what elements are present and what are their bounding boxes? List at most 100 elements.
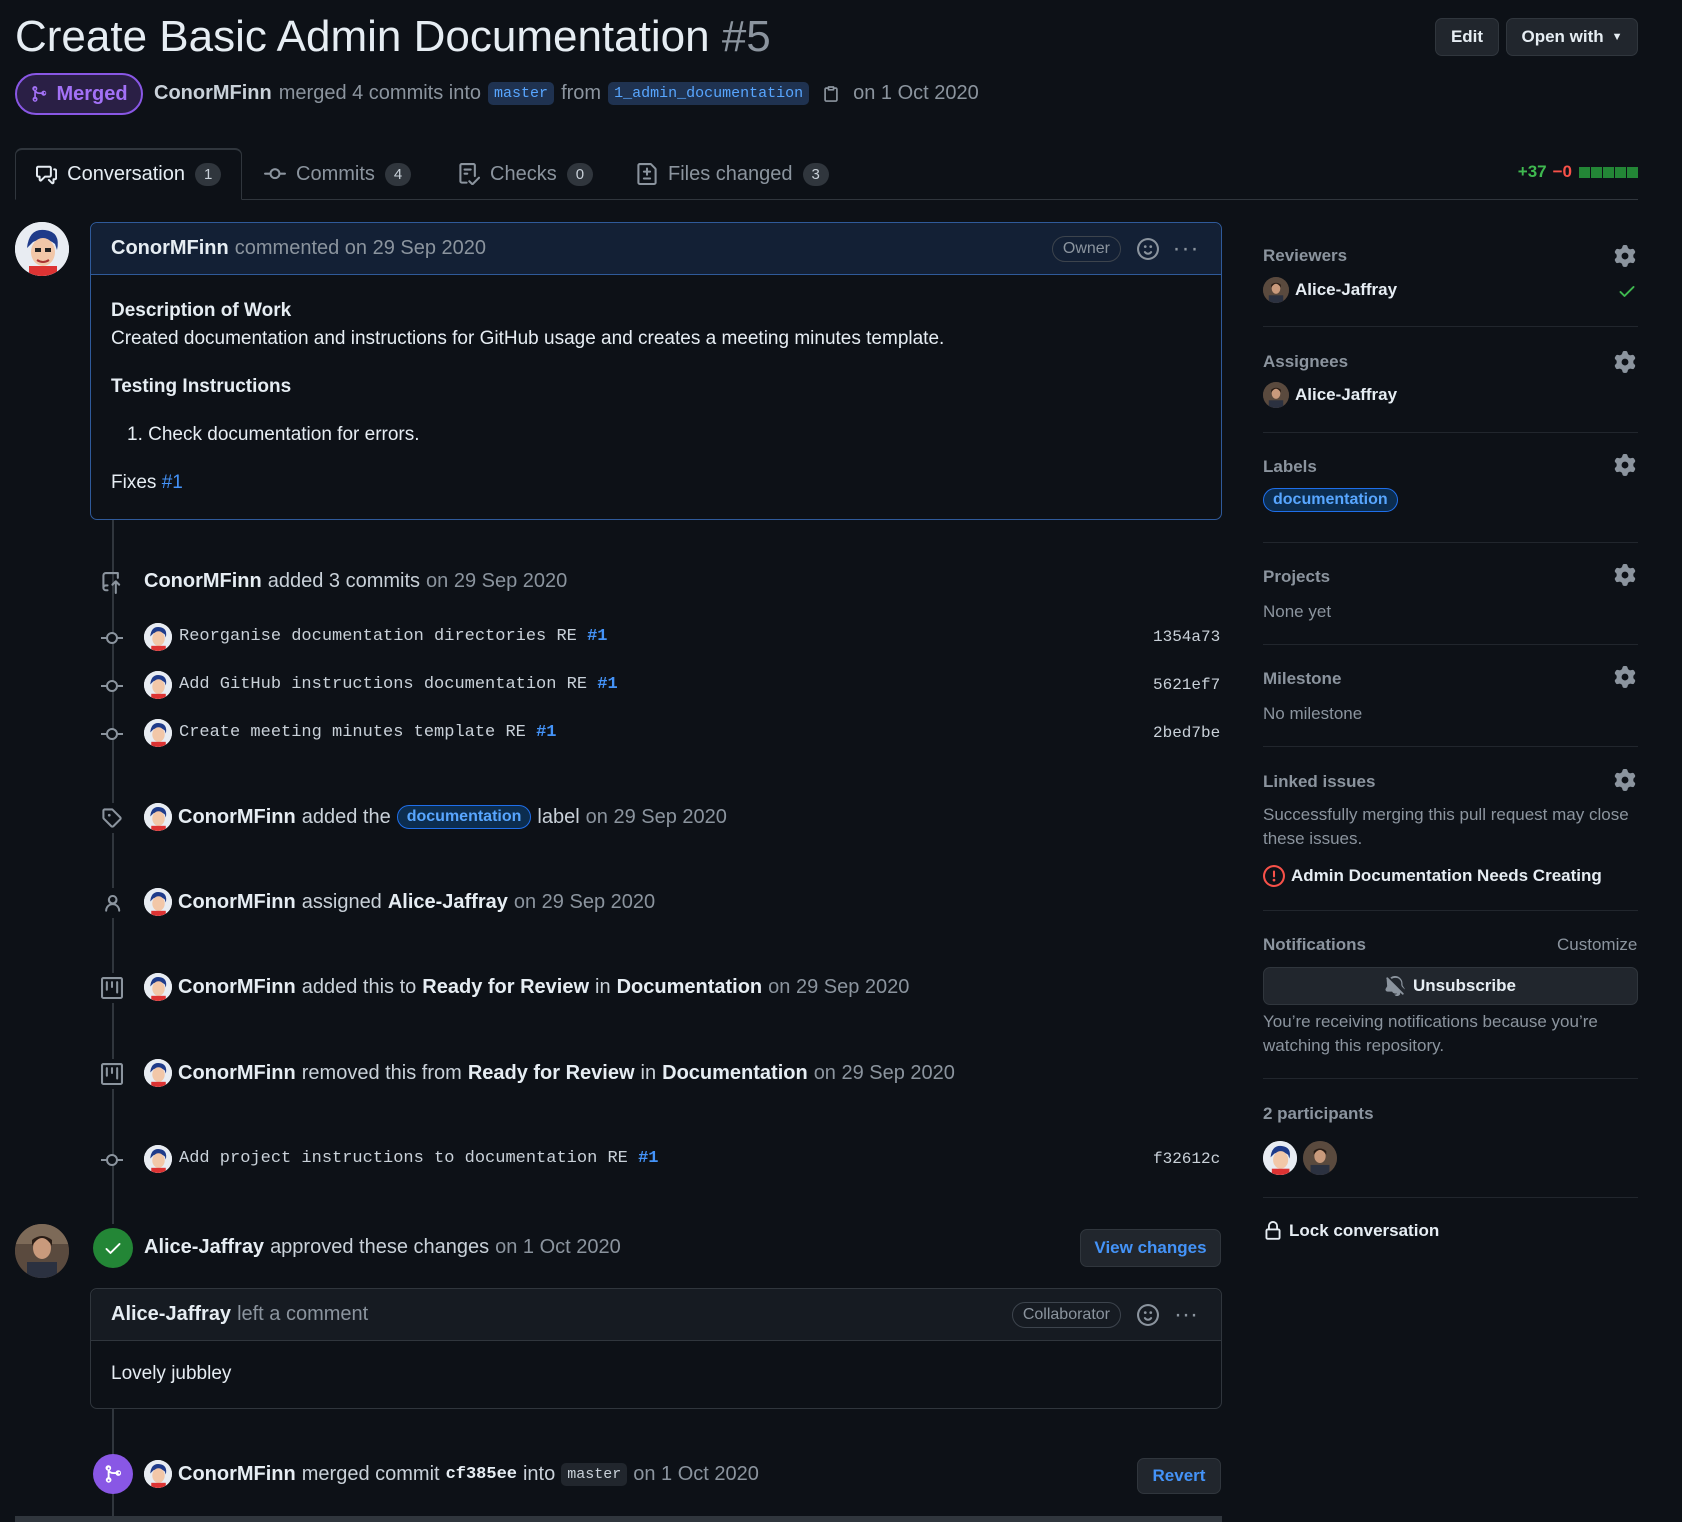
event-user[interactable]: ConorMFinn — [178, 1062, 296, 1085]
merge-icon — [32, 86, 47, 102]
assignee-link[interactable]: Alice-Jaffray — [388, 891, 508, 914]
comment-meta[interactable]: commented on 29 Sep 2020 — [235, 237, 486, 260]
merge-date[interactable]: on 1 Oct 2020 — [633, 1463, 759, 1486]
review-user[interactable]: Alice-Jaffray — [144, 1236, 264, 1259]
customize-link[interactable]: Customize — [1557, 935, 1637, 955]
avatar-conormfinn-small[interactable] — [144, 973, 172, 1001]
state-label: Merged — [56, 82, 128, 105]
project-link[interactable]: Documentation — [662, 1062, 808, 1085]
horizontal-scrollbar[interactable] — [15, 1516, 1222, 1522]
tab-commits-count: 4 — [384, 162, 412, 186]
linked-issues-title[interactable]: Linked issues — [1263, 772, 1375, 792]
smiley-icon[interactable] — [1133, 234, 1163, 264]
avatar-conormfinn[interactable] — [15, 222, 69, 276]
smiley-icon[interactable] — [1133, 1300, 1163, 1330]
project-column: Ready for Review — [422, 975, 590, 998]
documentation-label[interactable]: documentation — [396, 805, 532, 829]
comment-header: ConorMFinn commented on 29 Sep 2020 Owne… — [91, 223, 1221, 275]
projects-gear-icon[interactable] — [1614, 564, 1636, 592]
event-text-post: label — [537, 805, 580, 828]
edit-button[interactable]: Edit — [1435, 18, 1499, 56]
event-text: added the — [301, 805, 391, 828]
head-branch[interactable]: 1_admin_documentation — [608, 82, 810, 105]
revert-button[interactable]: Revert — [1137, 1458, 1221, 1494]
avatar-conormfinn-small[interactable] — [144, 719, 172, 747]
event-user[interactable]: ConorMFinn — [178, 976, 296, 999]
avatar-conormfinn-small[interactable] — [144, 623, 172, 651]
avatar-alice-jaffray-small[interactable] — [1263, 382, 1289, 408]
commit-sha[interactable]: 2bed7be — [1153, 724, 1220, 742]
tag-icon — [97, 803, 127, 833]
event-date[interactable]: on 29 Sep 2020 — [426, 570, 567, 593]
linked-issue-title[interactable]: Admin Documentation Needs Creating — [1291, 866, 1602, 886]
commit-sha[interactable]: 5621ef7 — [1153, 676, 1220, 694]
assignee-name[interactable]: Alice-Jaffray — [1295, 385, 1397, 405]
tab-checks[interactable]: Checks 0 — [438, 148, 613, 200]
commit-row: Add GitHub instructions documentation RE… — [0, 668, 1230, 702]
commit-message[interactable]: Reorganise documentation directories RE … — [179, 627, 607, 646]
commit-icon — [101, 1152, 123, 1174]
copy-icon[interactable] — [822, 84, 840, 104]
sidebar-documentation-label[interactable]: documentation — [1263, 488, 1398, 512]
avatar-conormfinn-small[interactable] — [144, 803, 172, 831]
kebab-horizontal-icon[interactable]: ··· — [1171, 234, 1201, 264]
tab-files-changed[interactable]: Files changed 3 — [616, 148, 849, 200]
avatar-conormfinn-small[interactable] — [144, 888, 172, 916]
avatar-conormfinn-small[interactable] — [144, 1460, 172, 1488]
event-user[interactable]: ConorMFinn — [178, 891, 296, 914]
participant-avatar-alice-jaffray[interactable] — [1303, 1141, 1337, 1175]
commit-message[interactable]: Add GitHub instructions documentation RE… — [179, 675, 618, 694]
merge-sha[interactable]: cf385ee — [446, 1465, 517, 1484]
participant-avatar-conormfinn[interactable] — [1263, 1141, 1297, 1175]
view-changes-button[interactable]: View changes — [1080, 1229, 1221, 1267]
sidebar-divider — [1263, 644, 1638, 645]
commit-message[interactable]: Create meeting minutes template RE #1 — [179, 723, 556, 742]
reviewer-name[interactable]: Alice-Jaffray — [1295, 280, 1397, 300]
avatar-conormfinn-small[interactable] — [144, 1059, 172, 1087]
base-branch[interactable]: master — [488, 82, 555, 105]
merge-user[interactable]: ConorMFinn — [178, 1463, 296, 1486]
review-date[interactable]: on 1 Oct 2020 — [495, 1236, 621, 1259]
sidebar-divider — [1263, 746, 1638, 747]
avatar-alice-jaffray-small[interactable] — [1263, 277, 1289, 303]
avatar-conormfinn-small[interactable] — [144, 1145, 172, 1173]
reviewers-title[interactable]: Reviewers — [1263, 246, 1347, 266]
event-date[interactable]: on 29 Sep 2020 — [514, 891, 655, 914]
commit-row: Add project instructions to documentatio… — [0, 1142, 1230, 1176]
comment-author[interactable]: ConorMFinn — [111, 237, 229, 260]
event-user[interactable]: ConorMFinn — [144, 570, 262, 593]
assignees-gear-icon[interactable] — [1614, 351, 1636, 379]
open-with-button[interactable]: Open with ▼ — [1506, 18, 1638, 56]
milestone-gear-icon[interactable] — [1614, 666, 1636, 694]
event-date[interactable]: on 29 Sep 2020 — [586, 806, 727, 829]
commit-icon — [264, 168, 286, 180]
linked-issues-gear-icon[interactable] — [1614, 769, 1636, 797]
avatar-conormfinn-small[interactable] — [144, 671, 172, 699]
kebab-horizontal-icon[interactable]: ··· — [1171, 1300, 1201, 1330]
fixes-issue-link[interactable]: #1 — [162, 472, 183, 493]
merge-branch[interactable]: master — [561, 1462, 628, 1486]
pr-author-link[interactable]: ConorMFinn — [154, 82, 272, 105]
tab-conversation[interactable]: Conversation 1 — [15, 148, 242, 200]
reviewers-gear-icon[interactable] — [1614, 245, 1636, 273]
review-comment-author[interactable]: Alice-Jaffray — [111, 1303, 231, 1326]
assignees-title[interactable]: Assignees — [1263, 352, 1348, 372]
labels-gear-icon[interactable] — [1614, 454, 1636, 482]
commit-message[interactable]: Add project instructions to documentatio… — [179, 1149, 658, 1168]
commit-sha[interactable]: 1354a73 — [1153, 628, 1220, 646]
tab-commits[interactable]: Commits 4 — [244, 148, 431, 200]
avatar-alice-jaffray[interactable] — [15, 1224, 69, 1278]
project-link[interactable]: Documentation — [617, 976, 763, 999]
lock-conversation-link[interactable]: Lock conversation — [1263, 1220, 1439, 1242]
labels-title[interactable]: Labels — [1263, 457, 1317, 477]
unsubscribe-button[interactable]: Unsubscribe — [1263, 967, 1638, 1005]
merged-state-badge: Merged — [15, 73, 143, 115]
commit-sha[interactable]: f32612c — [1153, 1150, 1220, 1168]
event-user[interactable]: ConorMFinn — [178, 806, 296, 829]
milestone-title[interactable]: Milestone — [1263, 669, 1341, 689]
event-date[interactable]: on 29 Sep 2020 — [768, 976, 909, 999]
linked-issue-row[interactable]: Admin Documentation Needs Creating — [1263, 865, 1602, 887]
lock-label: Lock conversation — [1289, 1221, 1440, 1240]
event-date[interactable]: on 29 Sep 2020 — [814, 1062, 955, 1085]
projects-title[interactable]: Projects — [1263, 567, 1330, 587]
